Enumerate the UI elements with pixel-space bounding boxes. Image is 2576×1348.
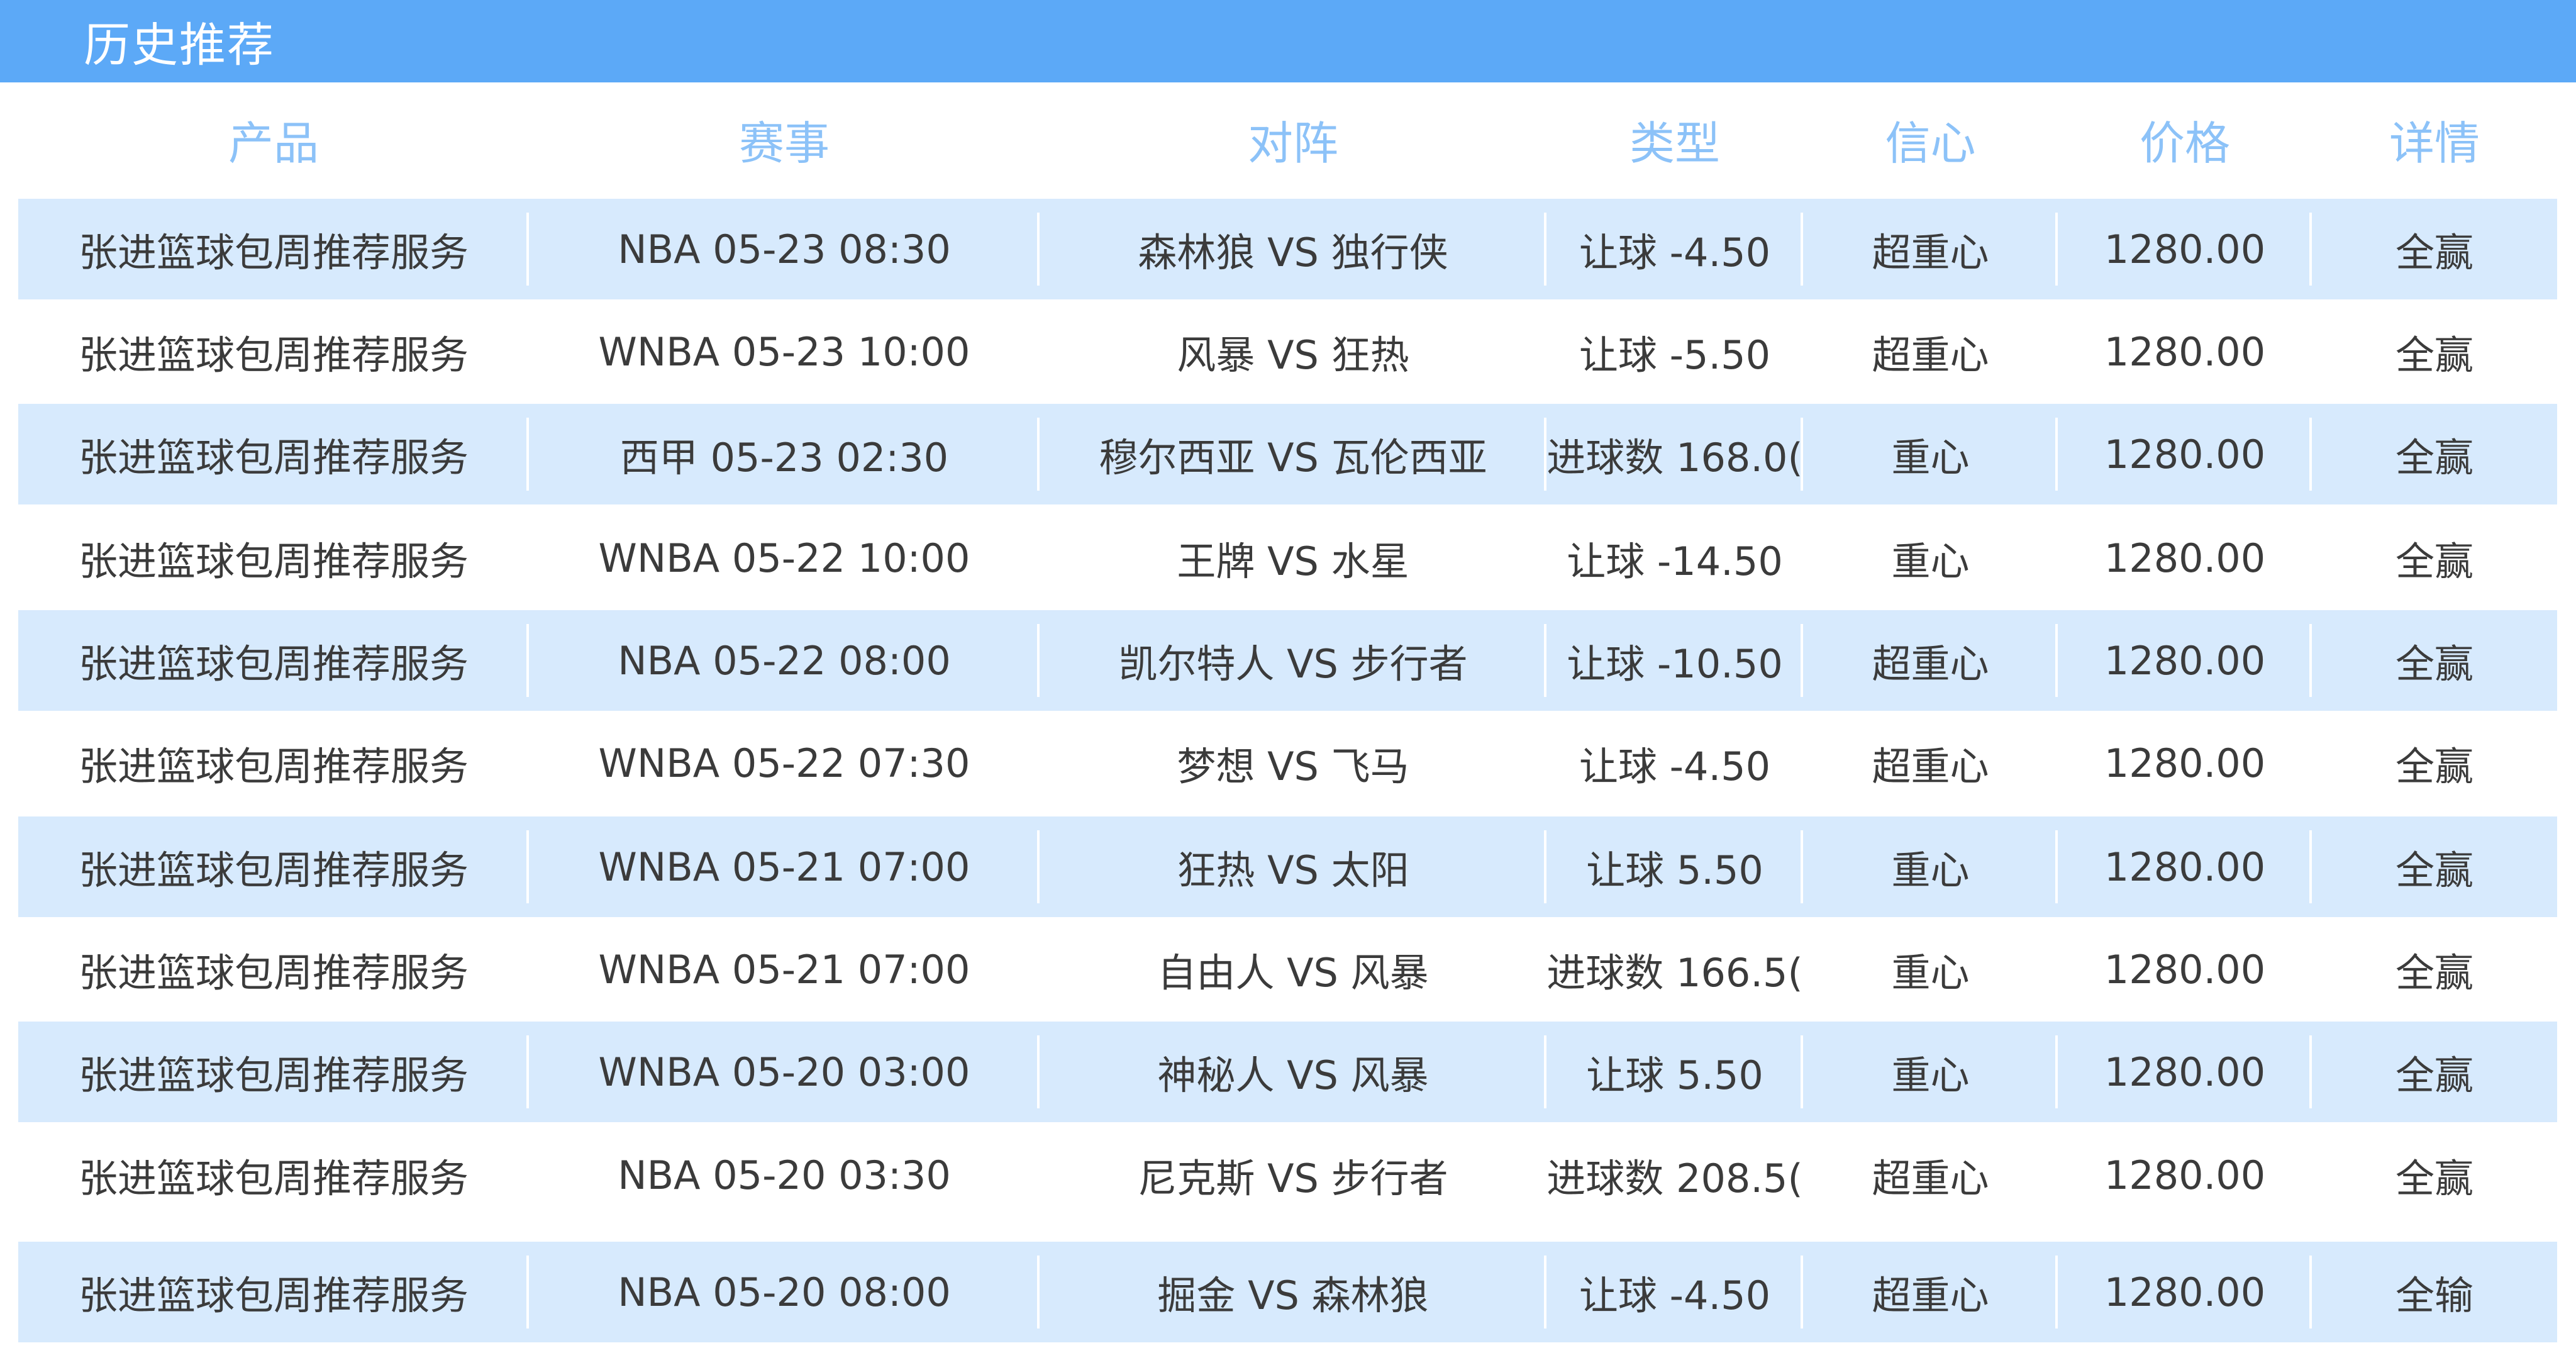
cell-confidence: 超重心	[1872, 1156, 1989, 1201]
cell-price: 1280.00	[2058, 1022, 2312, 1122]
table-header: 产品 赛事 对阵 类型 信心 价格 详情	[18, 92, 2557, 186]
cell-price: 1280.00	[2058, 404, 2312, 504]
cell-type: 进球数 208.5(	[1546, 1156, 1803, 1201]
cell-detail: 全赢	[2395, 744, 2473, 789]
cell-detail: 全赢	[2395, 1156, 2473, 1201]
cell-match: 凯尔特人 VS 步行者	[1040, 610, 1546, 711]
cell-detail: 全赢	[2395, 641, 2473, 687]
cell-detail: 全赢	[2395, 230, 2473, 276]
cell-confidence: 超重心	[1803, 610, 2058, 711]
cell-confidence: 超重心	[1872, 332, 1989, 378]
cell-match: 尼克斯 VS 步行者	[1138, 1156, 1448, 1201]
cell-type: 让球 -4.50	[1546, 1242, 1803, 1342]
cell-type: 让球 5.50	[1546, 816, 1803, 917]
cell-detail: 全赢	[2395, 847, 2473, 893]
cell-detail: 全赢	[2395, 950, 2473, 996]
cell-event: WNBA 05-22 10:00	[598, 535, 970, 581]
cell-type: 让球 -4.50	[1579, 744, 1771, 789]
cell-detail: 全赢	[2395, 332, 2473, 378]
cell-product: 张进篮球包周推荐服务	[18, 404, 529, 504]
cell-price: 1280.00	[2104, 328, 2266, 375]
cell-detail: 全赢	[2395, 1052, 2473, 1098]
cell-match: 风暴 VS 狂热	[1177, 332, 1409, 378]
cell-confidence: 超重心	[1872, 744, 1989, 789]
cell-product: 张进篮球包周推荐服务	[18, 199, 529, 299]
column-header-price: 价格	[2139, 116, 2230, 170]
cell-match: 神秘人 VS 风暴	[1040, 1022, 1546, 1122]
cell-product: 张进篮球包周推荐服务	[78, 950, 469, 996]
column-header-event: 赛事	[738, 116, 830, 170]
cell-product: 张进篮球包周推荐服务	[78, 332, 469, 378]
cell-price: 1280.00	[2104, 535, 2266, 581]
cell-detail: 全赢	[2395, 538, 2473, 584]
table-row: 张进篮球包周推荐服务 WNBA 05-20 03:00 神秘人 VS 风暴 让球 5.…	[18, 1022, 2557, 1122]
cell-type: 让球 -10.50	[1546, 610, 1803, 711]
cell-detail: 全输	[2395, 1273, 2473, 1318]
cell-confidence: 重心	[1803, 816, 2058, 917]
table-row: 张进篮球包周推荐服务 WNBA 05-22 10:00 王牌 VS 水星 让球 -14…	[18, 508, 2557, 608]
cell-type: 让球 -14.50	[1567, 538, 1783, 584]
cell-event: NBA 05-23 08:30	[529, 199, 1040, 299]
cell-price: 1280.00	[2058, 610, 2312, 711]
cell-product: 张进篮球包周推荐服务	[78, 744, 469, 789]
table-row: 张进篮球包周推荐服务 NBA 05-23 08:30 森林狼 VS 独行侠 让球 -4…	[18, 199, 2557, 299]
cell-price: 1280.00	[2104, 740, 2266, 786]
cell-price: 1280.00	[2104, 1152, 2266, 1198]
cell-event: WNBA 05-21 07:00	[598, 946, 970, 993]
cell-confidence: 重心	[1803, 404, 2058, 504]
cell-product: 张进篮球包周推荐服务	[18, 816, 529, 917]
cell-product: 张进篮球包周推荐服务	[18, 1242, 529, 1342]
cell-match: 狂热 VS 太阳	[1040, 816, 1546, 917]
table-row: 张进篮球包周推荐服务 WNBA 05-23 10:00 风暴 VS 狂热 让球 -5.…	[18, 301, 2557, 402]
column-header-match: 对阵	[1247, 116, 1338, 170]
cell-confidence: 重心	[1803, 1022, 2058, 1122]
history-recommendations-panel: 历史推荐 产品 赛事 对阵 类型 信心 价格 详情 张进篮球包周推荐服务 NBA …	[0, 0, 2576, 1348]
cell-price: 1280.00	[2058, 199, 2312, 299]
cell-event: NBA 05-20 08:00	[529, 1242, 1040, 1342]
cell-type: 进球数 168.0(	[1546, 404, 1803, 504]
cell-event: 西甲 05-23 02:30	[529, 404, 1040, 504]
cell-product: 张进篮球包周推荐服务	[78, 538, 469, 584]
cell-match: 自由人 VS 风暴	[1157, 950, 1429, 996]
cell-match: 森林狼 VS 独行侠	[1040, 199, 1546, 299]
cell-match: 穆尔西亚 VS 瓦伦西亚	[1040, 404, 1546, 504]
cell-price: 1280.00	[2058, 816, 2312, 917]
cell-price: 1280.00	[2058, 1242, 2312, 1342]
panel-title: 历史推荐	[84, 18, 275, 72]
cell-price: 1280.00	[2104, 946, 2266, 993]
table-row: 张进篮球包周推荐服务 WNBA 05-21 07:00 自由人 VS 风暴 进球数 1…	[18, 919, 2557, 1020]
table-row: 张进篮球包周推荐服务 NBA 05-20 08:00 掘金 VS 森林狼 让球 -4.…	[18, 1242, 2557, 1342]
column-header-product: 产品	[228, 116, 319, 170]
cell-event: NBA 05-22 08:00	[529, 610, 1040, 711]
table-row: 张进篮球包周推荐服务 NBA 05-20 03:30 尼克斯 VS 步行者 进球数 2…	[18, 1125, 2557, 1225]
table-row: 张进篮球包周推荐服务 WNBA 05-21 07:00 狂热 VS 太阳 让球 5.5…	[18, 816, 2557, 917]
panel-title-bar: 历史推荐	[0, 0, 2576, 82]
cell-product: 张进篮球包周推荐服务	[18, 1022, 529, 1122]
cell-match: 掘金 VS 森林狼	[1040, 1242, 1546, 1342]
cell-type: 让球 -5.50	[1579, 332, 1771, 378]
cell-event: WNBA 05-20 03:00	[529, 1022, 1040, 1122]
cell-confidence: 重心	[1891, 950, 1970, 996]
cell-product: 张进篮球包周推荐服务	[78, 1156, 469, 1201]
cell-detail: 全赢	[2395, 435, 2473, 481]
column-header-confidence: 信心	[1885, 116, 1976, 170]
cell-event: WNBA 05-21 07:00	[529, 816, 1040, 917]
cell-event: WNBA 05-23 10:00	[598, 328, 970, 375]
cell-type: 让球 5.50	[1546, 1022, 1803, 1122]
table-row: 张进篮球包周推荐服务 西甲 05-23 02:30 穆尔西亚 VS 瓦伦西亚 进球数 …	[18, 404, 2557, 504]
table-row: 张进篮球包周推荐服务 WNBA 05-22 07:30 梦想 VS 飞马 让球 -4.…	[18, 713, 2557, 813]
cell-type: 进球数 166.5(	[1546, 950, 1803, 996]
cell-confidence: 超重心	[1803, 199, 2058, 299]
cell-confidence: 超重心	[1803, 1242, 2058, 1342]
cell-event: WNBA 05-22 07:30	[598, 740, 970, 786]
column-header-type: 类型	[1629, 116, 1720, 170]
table-row: 张进篮球包周推荐服务 NBA 05-22 08:00 凯尔特人 VS 步行者 让球 -…	[18, 610, 2557, 711]
cell-confidence: 重心	[1891, 538, 1970, 584]
cell-match: 王牌 VS 水星	[1177, 538, 1409, 584]
cell-match: 梦想 VS 飞马	[1177, 744, 1409, 789]
cell-event: NBA 05-20 03:30	[618, 1152, 951, 1198]
cell-type: 让球 -4.50	[1546, 199, 1803, 299]
cell-product: 张进篮球包周推荐服务	[18, 610, 529, 711]
column-header-detail: 详情	[2389, 116, 2480, 170]
